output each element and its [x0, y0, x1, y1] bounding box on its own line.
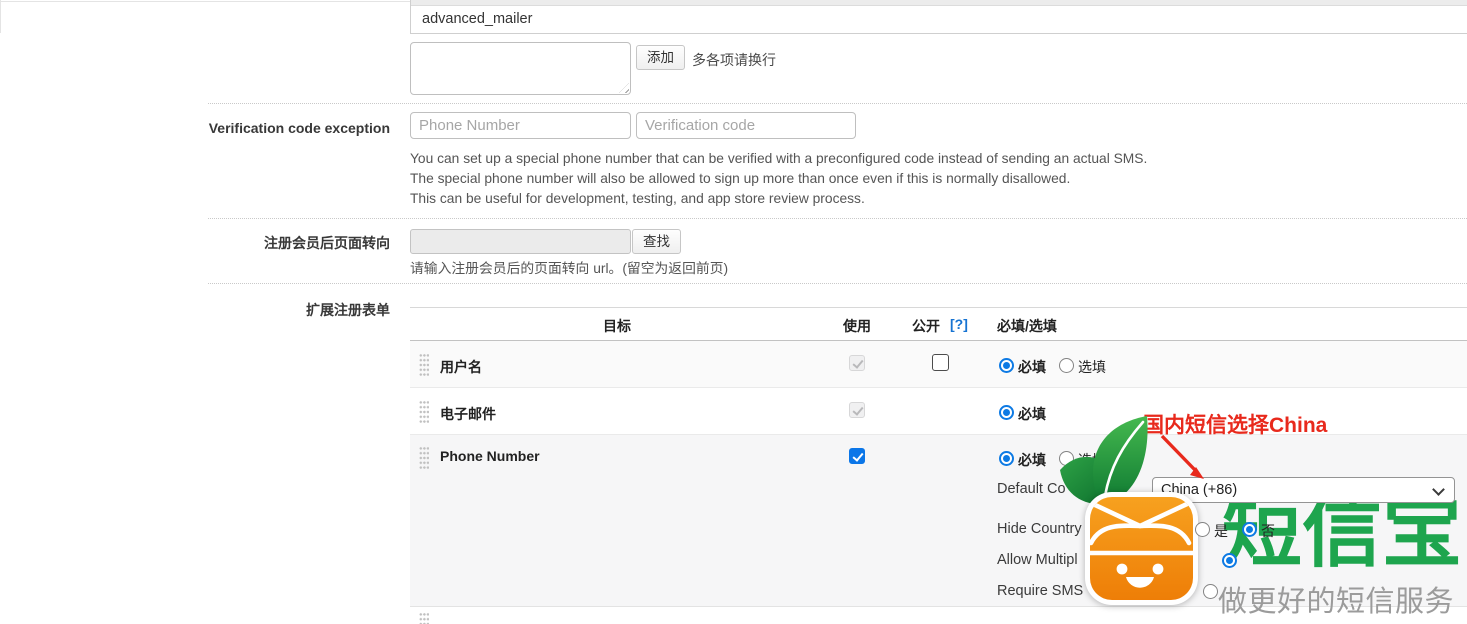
optional-radio[interactable] [1059, 358, 1074, 373]
separator [208, 103, 1467, 104]
header-required: 必填/选填 [997, 316, 1057, 336]
required-radio[interactable] [999, 358, 1014, 373]
hide-country-label: Hide Country [997, 521, 1082, 537]
separator [208, 218, 1467, 219]
required-radio-label[interactable]: 必填 [1018, 450, 1046, 470]
allow-multiple-radio[interactable] [1222, 553, 1237, 568]
use-checkbox-checked[interactable] [849, 448, 865, 464]
watermark-slogan-text: 做更好的短信服务 [1218, 578, 1454, 620]
multiline-hint: 多各项请换行 [692, 50, 776, 70]
hide-country-yes-radio[interactable] [1195, 522, 1210, 537]
drag-handle-icon[interactable] [419, 353, 429, 376]
verification-code-input[interactable] [636, 112, 856, 139]
mailer-listbox[interactable]: advanced_mailer [410, 0, 1467, 34]
extended-form-label: 扩展注册表单 [110, 300, 390, 320]
find-button[interactable]: 查找 [632, 229, 681, 254]
listbox-item-advanced-mailer[interactable]: advanced_mailer [411, 7, 1467, 34]
redirect-url-input[interactable] [410, 229, 631, 254]
verification-exception-label: Verification code exception [110, 120, 390, 136]
add-button[interactable]: 添加 [636, 45, 685, 70]
phone-number-input[interactable] [410, 112, 631, 139]
hide-country-yes-label[interactable]: 是 [1214, 521, 1228, 541]
hide-country-no-radio[interactable] [1242, 522, 1257, 537]
use-checkbox-disabled [849, 402, 865, 418]
separator [208, 283, 1467, 284]
resize-grip-icon[interactable] [619, 83, 629, 93]
redirect-label: 注册会员后页面转向 [110, 233, 390, 253]
require-sms-radio[interactable] [1203, 584, 1218, 599]
table-row-username: 用户名 必填 选填 [410, 341, 1467, 388]
mascot-face [1090, 497, 1193, 600]
table-header: 目标 使用 公开 [?] 必填/选填 [410, 307, 1467, 341]
row-label: 用户名 [440, 357, 482, 377]
verification-help-line3: This can be useful for development, test… [410, 191, 865, 206]
panel-top-border [0, 1, 410, 2]
redirect-help: 请输入注册会员后的页面转向 url。(留空为返回前页) [410, 257, 728, 277]
required-radio-label[interactable]: 必填 [1018, 404, 1046, 424]
required-radio[interactable] [999, 405, 1014, 420]
allow-multiple-label: Allow Multipl [997, 552, 1078, 568]
row-label: 电子邮件 [440, 404, 496, 424]
required-radio[interactable] [999, 451, 1014, 466]
drag-handle-icon[interactable] [419, 446, 429, 469]
row-label: Phone Number [440, 448, 540, 464]
header-use: 使用 [843, 316, 871, 336]
mascot-envelope-icon [1090, 497, 1193, 600]
header-public: 公开 [912, 316, 940, 336]
drag-handle-icon[interactable] [419, 400, 429, 423]
panel-left-border [0, 0, 1, 33]
require-sms-label: Require SMS V [997, 583, 1097, 599]
chevron-down-icon [1432, 483, 1445, 496]
listbox-partial-item[interactable] [411, 0, 1467, 6]
verification-help-line1: You can set up a special phone number th… [410, 151, 1147, 166]
mascot-logo [1085, 492, 1198, 605]
add-item-textarea[interactable] [410, 42, 631, 95]
header-public-help-link[interactable]: [?] [950, 316, 968, 332]
verification-help-line2: The special phone number will also be al… [410, 171, 1070, 186]
optional-radio-label[interactable]: 选填 [1078, 357, 1106, 377]
required-radio-label[interactable]: 必填 [1018, 357, 1046, 377]
drag-handle-icon[interactable] [419, 612, 429, 624]
header-target: 目标 [603, 316, 631, 336]
public-checkbox[interactable] [932, 354, 949, 371]
use-checkbox-disabled [849, 355, 865, 371]
hide-country-no-label[interactable]: 否 [1261, 521, 1275, 541]
